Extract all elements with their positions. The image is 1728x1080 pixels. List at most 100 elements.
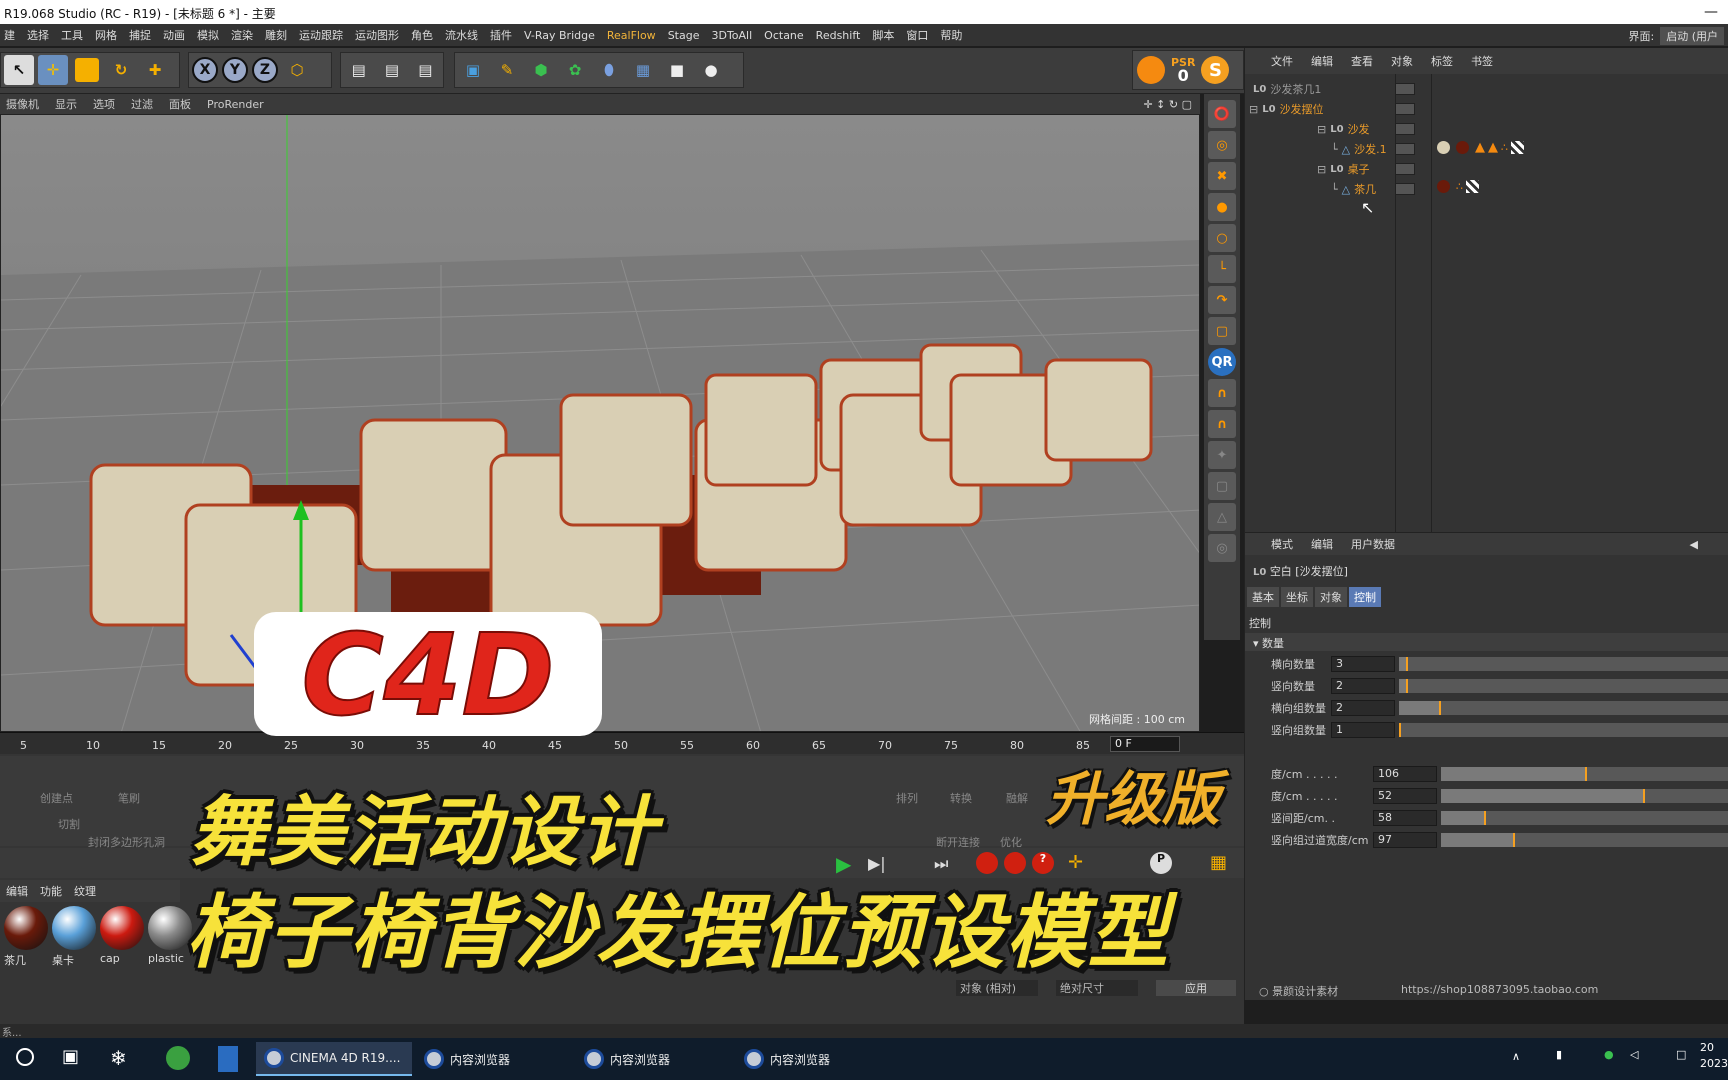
- uvw-tag-icon[interactable]: ∴: [1501, 141, 1508, 154]
- object-row[interactable]: └ △ 茶几: [1331, 180, 1376, 198]
- param-slider[interactable]: [1441, 833, 1728, 847]
- tray-chevron-icon[interactable]: ∧: [1512, 1050, 1520, 1063]
- menu-item[interactable]: 插件: [490, 27, 512, 43]
- solo-icon[interactable]: ▢: [1208, 317, 1236, 345]
- taskbar-app-browser[interactable]: 内容浏览器: [736, 1042, 892, 1076]
- app-icon[interactable]: ❄: [110, 1046, 127, 1070]
- viewport-menu-item[interactable]: 过滤: [131, 96, 153, 112]
- mat-menu-item[interactable]: 功能: [40, 883, 62, 899]
- calculator-icon[interactable]: [218, 1046, 238, 1072]
- back-arrow-icon[interactable]: ◀: [1690, 538, 1698, 551]
- render-settings-icon[interactable]: ▤: [411, 55, 440, 85]
- move-icon[interactable]: ✛: [38, 55, 68, 85]
- tool-label[interactable]: 排列: [896, 790, 918, 806]
- menu-item[interactable]: 帮助: [940, 27, 962, 43]
- param-value-field[interactable]: 2: [1331, 700, 1395, 716]
- edge-edit-icon[interactable]: ○: [1208, 224, 1236, 252]
- menu-item[interactable]: 捕捉: [129, 27, 151, 43]
- tool-label[interactable]: 创建点: [40, 790, 73, 806]
- tab-control[interactable]: 控制: [1349, 587, 1381, 607]
- om-menu-item[interactable]: 编辑: [1311, 53, 1333, 69]
- om-menu-item[interactable]: 对象: [1391, 53, 1413, 69]
- object-row[interactable]: L0 沙发茶几1: [1253, 80, 1321, 98]
- param-value-field[interactable]: 52: [1373, 788, 1437, 804]
- viewport-menu-item[interactable]: 选项: [93, 96, 115, 112]
- realflow-icon[interactable]: [1137, 56, 1165, 84]
- polygon-edit-icon[interactable]: └: [1208, 255, 1236, 283]
- magnet-icon[interactable]: ∩: [1208, 379, 1236, 407]
- tweak-icon[interactable]: ↷: [1208, 286, 1236, 314]
- render-view-icon[interactable]: ▤: [344, 55, 373, 85]
- taskbar-app-c4d[interactable]: CINEMA 4D R19....: [256, 1042, 412, 1076]
- cloner-icon[interactable]: ✿: [560, 55, 590, 85]
- scale-icon[interactable]: [75, 58, 99, 82]
- param-slider[interactable]: [1399, 723, 1728, 737]
- object-row[interactable]: ⊟ L0 桌子: [1317, 160, 1370, 178]
- sculpt-icon[interactable]: △: [1208, 503, 1236, 531]
- task-view-icon[interactable]: ▣: [62, 1046, 79, 1067]
- object-row[interactable]: ⊟ L0 沙发: [1317, 120, 1370, 138]
- param-slider[interactable]: [1399, 657, 1728, 671]
- browser-icon[interactable]: [166, 1046, 190, 1070]
- material-tag-icon[interactable]: [1437, 180, 1450, 193]
- mat-menu-item[interactable]: 纹理: [74, 883, 96, 899]
- param-value-field[interactable]: 3: [1331, 656, 1395, 672]
- menu-item[interactable]: Redshift: [816, 29, 861, 42]
- menu-item[interactable]: 建: [4, 27, 15, 43]
- menu-item[interactable]: 网格: [95, 27, 117, 43]
- menu-item[interactable]: Stage: [668, 29, 700, 42]
- pen-spline-icon[interactable]: ✎: [492, 55, 522, 85]
- param-value-field[interactable]: 2: [1331, 678, 1395, 694]
- visibility-toggle[interactable]: [1395, 143, 1415, 155]
- material-tag-icon[interactable]: [1456, 141, 1469, 154]
- point-edit-icon[interactable]: ●: [1208, 193, 1236, 221]
- cube-icon[interactable]: ▣: [458, 55, 488, 85]
- mic-icon[interactable]: ▮: [1556, 1048, 1562, 1061]
- visibility-toggle[interactable]: [1395, 123, 1415, 135]
- camera-icon[interactable]: ■: [662, 55, 692, 85]
- texture-mode-icon[interactable]: ◎: [1208, 131, 1236, 159]
- texture-tag-icon[interactable]: [1511, 141, 1524, 154]
- phong-tag-icon[interactable]: ▲: [1475, 140, 1485, 155]
- y-axis-toggle[interactable]: Y: [222, 57, 248, 83]
- z-axis-toggle[interactable]: Z: [252, 57, 278, 83]
- material-swatch[interactable]: [100, 906, 144, 950]
- menu-item[interactable]: 工具: [61, 27, 83, 43]
- menu-item[interactable]: Octane: [764, 29, 804, 42]
- x-axis-toggle[interactable]: X: [192, 57, 218, 83]
- workplane-icon[interactable]: ✖: [1208, 162, 1236, 190]
- tab-coord[interactable]: 坐标: [1281, 587, 1313, 607]
- snap-icon[interactable]: S: [1201, 56, 1230, 84]
- mat-menu-item[interactable]: 编辑: [6, 883, 28, 899]
- param-value-field[interactable]: 106: [1373, 766, 1437, 782]
- om-menu-item[interactable]: 书签: [1471, 53, 1493, 69]
- menu-item[interactable]: 渲染: [231, 27, 253, 43]
- deformer-icon[interactable]: ⬮: [594, 55, 624, 85]
- om-menu-item[interactable]: 查看: [1351, 53, 1373, 69]
- group-header[interactable]: ▾ 数量: [1245, 633, 1728, 651]
- film-icon[interactable]: ▦: [1210, 852, 1227, 873]
- tool-label[interactable]: 转换: [950, 790, 972, 806]
- menu-item[interactable]: 角色: [411, 27, 433, 43]
- tab-basic[interactable]: 基本: [1247, 587, 1279, 607]
- render-picture-viewer-icon[interactable]: ▤: [377, 55, 406, 85]
- search-icon[interactable]: [16, 1048, 34, 1066]
- menu-item[interactable]: 模拟: [197, 27, 219, 43]
- om-menu-item[interactable]: 文件: [1271, 53, 1293, 69]
- select-arrow-icon[interactable]: ↖: [4, 55, 34, 85]
- misc-tool-icon[interactable]: ◎: [1208, 534, 1236, 562]
- texture-tag-icon[interactable]: [1466, 180, 1479, 193]
- tool-label[interactable]: 切割: [58, 816, 80, 832]
- coord-system-icon[interactable]: ⬡: [282, 55, 312, 85]
- taskbar-app-browser[interactable]: 内容浏览器: [576, 1042, 732, 1076]
- visibility-toggle[interactable]: [1395, 163, 1415, 175]
- viewport-menu-item[interactable]: 显示: [55, 96, 77, 112]
- taskbar-app-browser[interactable]: 内容浏览器: [416, 1042, 572, 1076]
- viewport-menu-item[interactable]: ProRender: [207, 98, 264, 111]
- param-slider[interactable]: [1441, 811, 1728, 825]
- material-tag-icon[interactable]: [1437, 141, 1450, 154]
- tool-label[interactable]: 融解: [1006, 790, 1028, 806]
- menu-item[interactable]: RealFlow: [607, 29, 656, 42]
- object-row[interactable]: └ △ 沙发.1: [1331, 140, 1387, 158]
- qr-icon[interactable]: QR: [1208, 348, 1236, 376]
